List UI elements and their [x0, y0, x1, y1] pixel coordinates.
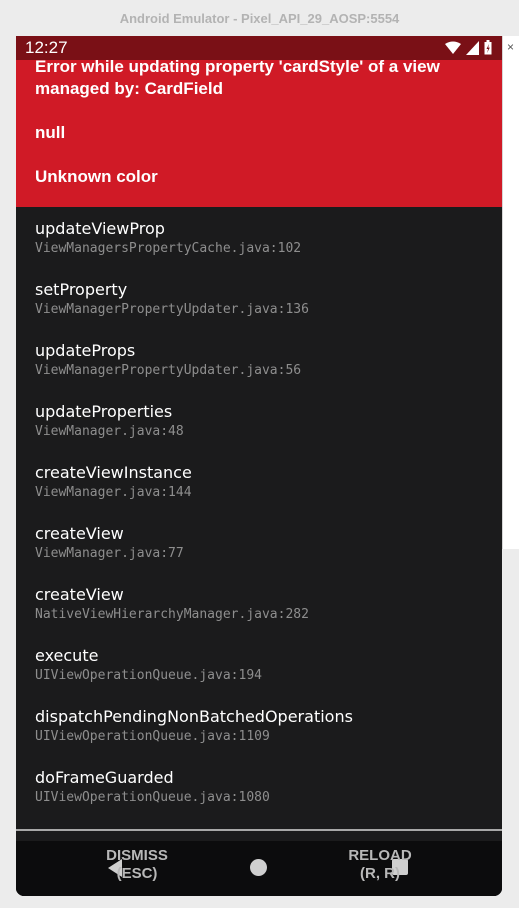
error-null: null — [35, 123, 66, 142]
frame-method: updateProperties — [35, 402, 173, 421]
frame-method: updateViewProp — [35, 219, 165, 238]
status-time: 12:27 — [25, 38, 68, 57]
window-title: Android Emulator - Pixel_API_29_AOSP:555… — [0, 0, 519, 36]
frame-method: doFrameGuarded — [35, 768, 174, 787]
frame-method: createViewInstance — [35, 463, 192, 482]
reload-label: RELOAD — [348, 847, 412, 864]
stack-frame[interactable]: setProperty ViewManagerPropertyUpdater.j… — [35, 280, 309, 317]
stack-frame[interactable]: doFrameGuarded UIViewOperationQueue.java… — [35, 768, 270, 805]
status-icons — [445, 40, 492, 55]
error-title-line2: managed by: CardField — [35, 79, 223, 98]
frame-file: ViewManager.java:144 — [35, 485, 192, 500]
stack-frame[interactable]: createViewInstance ViewManager.java:144 — [35, 463, 192, 500]
frame-method: execute — [35, 646, 99, 665]
frame-file: ViewManagersPropertyCache.java:102 — [35, 241, 302, 256]
device-screen: 12:27 Error while updating property 'car… — [16, 36, 502, 896]
error-title-line1: Error while updating property 'cardStyle… — [35, 57, 440, 76]
dismiss-label: DISMISS — [106, 847, 168, 864]
stack-frame[interactable]: updateViewProp ViewManagersPropertyCache… — [35, 219, 301, 256]
stack-frame[interactable]: updateProperties ViewManager.java:48 — [35, 402, 184, 439]
stack-frame[interactable]: createView ViewManager.java:77 — [35, 524, 184, 561]
error-message: Error while updating property 'cardStyle… — [35, 56, 485, 188]
battery-icon — [484, 40, 492, 55]
side-panel: × — [502, 36, 519, 549]
dismiss-button[interactable]: DISMISS (ESC) — [82, 847, 192, 883]
dismiss-shortcut: (ESC) — [116, 865, 158, 882]
reload-shortcut: (R, R) — [360, 865, 400, 882]
frame-file: UIViewOperationQueue.java:194 — [35, 668, 262, 683]
frame-file: ViewManagerPropertyUpdater.java:136 — [35, 302, 309, 317]
stack-frame[interactable]: createView NativeViewHierarchyManager.ja… — [35, 585, 309, 622]
error-unknown-color: Unknown color — [35, 167, 158, 186]
frame-method: createView — [35, 524, 124, 543]
stack-frame[interactable]: updateProps ViewManagerPropertyUpdater.j… — [35, 341, 301, 378]
stack-frame[interactable]: execute UIViewOperationQueue.java:194 — [35, 646, 262, 683]
frame-file: UIViewOperationQueue.java:1109 — [35, 729, 270, 744]
frame-file: ViewManager.java:77 — [35, 546, 184, 561]
frame-method: updateProps — [35, 341, 136, 360]
frame-file: UIViewOperationQueue.java:1080 — [35, 790, 270, 805]
frame-method: createView — [35, 585, 124, 604]
close-icon[interactable]: × — [507, 40, 514, 54]
home-icon[interactable] — [250, 859, 267, 876]
frame-file: ViewManagerPropertyUpdater.java:56 — [35, 363, 302, 378]
frame-file: ViewManager.java:48 — [35, 424, 184, 439]
error-header: Error while updating property 'cardStyle… — [16, 57, 502, 207]
wifi-icon — [445, 41, 461, 54]
reload-button[interactable]: RELOAD (R, R) — [325, 847, 435, 883]
stack-frame[interactable]: dispatchPendingNonBatchedOperations UIVi… — [35, 707, 353, 744]
frame-method: setProperty — [35, 280, 128, 299]
signal-icon — [466, 40, 479, 55]
frame-file: NativeViewHierarchyManager.java:282 — [35, 607, 309, 622]
frame-method: dispatchPendingNonBatchedOperations — [35, 707, 353, 726]
